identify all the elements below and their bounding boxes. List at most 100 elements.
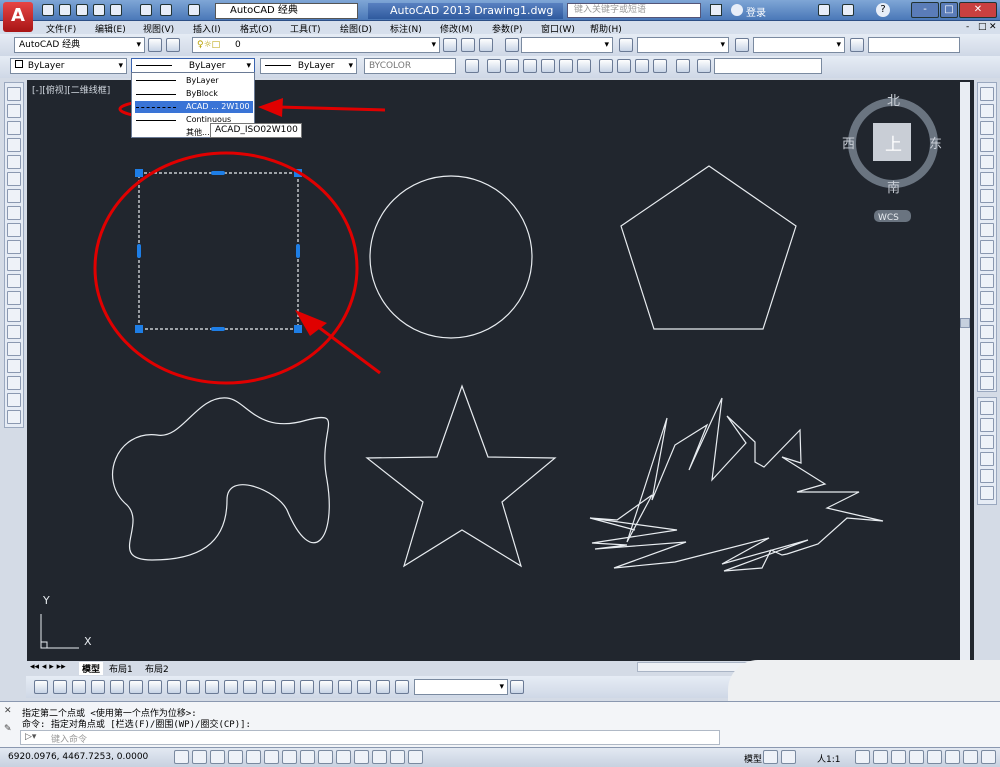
selection-grips[interactable] [135,169,302,333]
compass-north[interactable]: 北 [887,94,900,109]
3d-osnap-icon[interactable] [282,750,297,764]
dimension-style-select[interactable]: ▾ [414,679,508,695]
named-views-select[interactable] [714,58,822,74]
ortho-mode-icon[interactable] [228,750,243,764]
tab-layout1[interactable]: 布局1 [109,662,133,675]
close-button[interactable]: ✕ [959,2,997,18]
dimension-style-icon[interactable] [510,680,524,694]
command-close-icon[interactable]: ✕ [4,706,12,716]
send-under-icon[interactable] [980,452,994,466]
move-icon[interactable] [980,172,994,186]
color-select[interactable]: ByLayer ▾ [10,58,127,74]
multileader-style-icon[interactable] [850,38,864,52]
view-left-icon[interactable] [523,59,537,73]
lock-ui-icon[interactable] [927,750,942,764]
undo-icon[interactable] [160,4,172,16]
pentagon-shape[interactable] [620,165,797,330]
object-snap-tracking-icon[interactable] [300,750,315,764]
login-link[interactable]: 登录 [746,4,766,19]
binoculars-icon[interactable] [710,4,722,16]
ellipse-arc-icon[interactable] [7,257,21,271]
command-input[interactable]: ▷▾ 键入命令 [20,730,720,745]
polygon-icon[interactable] [7,138,21,152]
workspace-switching-icon[interactable] [891,750,906,764]
auto-scale-icon[interactable] [873,750,888,764]
region-icon[interactable] [7,359,21,373]
snap-mode-icon[interactable] [192,750,207,764]
quick-dim-icon[interactable] [186,680,200,694]
burst-shape[interactable] [589,397,884,572]
offset-icon[interactable] [980,138,994,152]
save-as-icon[interactable] [93,4,105,16]
allow-ucs-icon[interactable] [318,750,333,764]
table-icon[interactable] [7,376,21,390]
view-back-icon[interactable] [577,59,591,73]
clean-screen-icon[interactable] [981,750,996,764]
table-style-icon[interactable] [735,38,749,52]
isolate-objects-icon[interactable] [945,750,960,764]
break-at-point-icon[interactable] [980,274,994,288]
mirror-icon[interactable] [980,121,994,135]
redo-icon[interactable] [188,4,200,16]
drawing-canvas[interactable]: [-][俯视][二维线框] Y X 上 北 南 西 东 WCS [27,80,974,661]
layer-select[interactable]: ♀☼□ 0 ▾ [192,37,440,53]
hatch-back-icon[interactable] [980,486,994,500]
dim-space-icon[interactable] [243,680,257,694]
center-mark-icon[interactable] [300,680,314,694]
quick-properties-icon[interactable] [390,750,405,764]
view-icon[interactable] [465,59,479,73]
scrollbar-thumb[interactable] [960,318,970,328]
extend-icon[interactable] [980,257,994,271]
ellipse-icon[interactable] [7,240,21,254]
doc-close-icon[interactable]: ✕ [989,22,997,32]
angular-dim-icon[interactable] [167,680,181,694]
hardware-accel-icon[interactable] [963,750,978,764]
coordinate-readout[interactable]: 6920.0976, 4467.7253, 0.0000 [8,752,148,762]
camera-icon[interactable] [676,59,690,73]
revision-cloud-icon[interactable] [7,206,21,220]
erase-icon[interactable] [980,87,994,101]
copy-icon[interactable] [980,104,994,118]
compass-west[interactable]: 西 [842,137,855,152]
model-space-button[interactable]: 模型 [744,752,762,765]
tab-model[interactable]: 模型 [79,662,104,675]
annotation-scale[interactable]: 人1:1 [817,752,841,765]
drawing-area[interactable]: Y X 上 北 南 西 东 WCS [27,80,974,661]
quick-view-drawings-icon[interactable] [781,750,796,764]
construction-line-icon[interactable] [7,104,21,118]
minimize-button[interactable]: - [911,2,939,18]
chamfer-icon[interactable] [980,325,994,339]
wrench-icon[interactable]: ✎ [4,724,12,734]
send-back-icon[interactable] [980,418,994,432]
dim-update-icon[interactable] [395,680,409,694]
iso-sw-icon[interactable] [599,59,613,73]
annotation-visibility-icon[interactable] [855,750,870,764]
text-front-icon[interactable] [980,469,994,483]
view-bottom-icon[interactable] [505,59,519,73]
view-top-icon[interactable] [487,59,501,73]
arc-length-dim-icon[interactable] [72,680,86,694]
tolerance-icon[interactable] [281,680,295,694]
scale-icon[interactable] [980,206,994,220]
linetype-option-bylayer[interactable]: ByLayer [186,76,219,85]
layer-properties-icon[interactable] [166,38,180,52]
tab-nav-first-icon[interactable]: ◂◂ ◂ ▸ ▸▸ [30,662,66,672]
object-snap-icon[interactable] [264,750,279,764]
print-icon[interactable] [140,4,152,16]
add-selected-icon[interactable] [7,410,21,424]
dim-break-icon[interactable] [262,680,276,694]
continue-dim-icon[interactable] [224,680,238,694]
doc-restore-icon[interactable]: □ [978,22,987,32]
linear-dim-icon[interactable] [34,680,48,694]
fillet-icon[interactable] [980,342,994,356]
stretch-icon[interactable] [980,223,994,237]
restore-button[interactable]: □ [940,2,958,18]
join-icon[interactable] [980,308,994,322]
hatch-icon[interactable] [7,325,21,339]
linetype-option-iso02w100[interactable]: ACAD ... 2W100 [186,102,250,111]
iso-nw-icon[interactable] [653,59,667,73]
rectangle-icon[interactable] [7,155,21,169]
selection-cycling-icon[interactable] [408,750,423,764]
blend-icon[interactable] [980,359,994,373]
viewcube-top-label[interactable]: 上 [885,135,902,155]
